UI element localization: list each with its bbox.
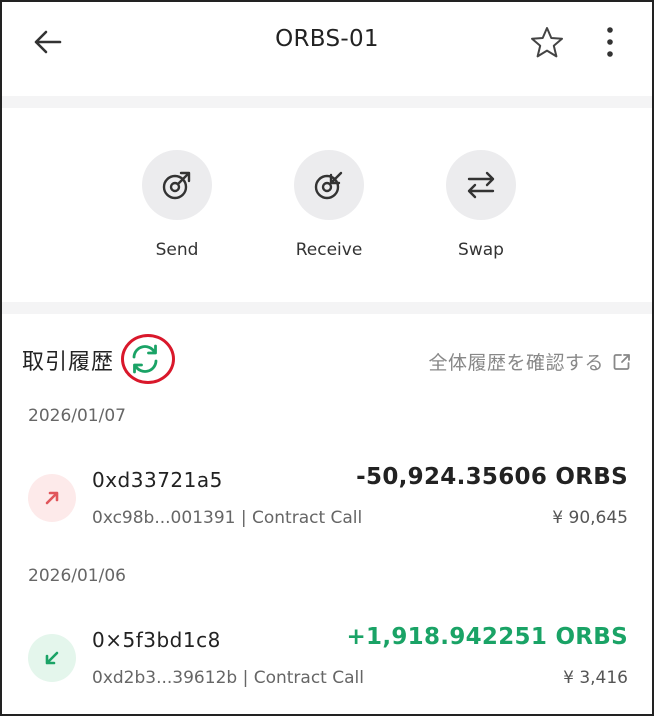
more-menu-button[interactable] — [598, 24, 622, 62]
section-divider — [2, 302, 652, 314]
history-title: 取引履歴 — [22, 350, 115, 375]
action-bar: Send Receive Swap — [2, 112, 652, 300]
header: ORBS-01 — [2, 2, 652, 88]
send-icon — [162, 171, 191, 200]
transaction-detail: 0xd2b3...39612b | Contract Call — [92, 668, 364, 688]
send-button[interactable]: Send — [122, 150, 232, 260]
external-link-icon — [613, 353, 630, 370]
receive-button[interactable]: Receive — [274, 150, 384, 260]
view-all-history-link[interactable]: 全体履歴を確認する — [428, 348, 632, 375]
transaction-row[interactable]: 0×5f3bd1c8 0xd2b3...39612b | Contract Ca… — [2, 618, 652, 708]
receive-icon — [314, 171, 343, 200]
arrow-up-right-icon — [45, 491, 59, 505]
transaction-fiat: ¥ 90,645 — [552, 508, 628, 528]
history-header: 取引履歴 全体履歴を確認する — [2, 320, 652, 400]
highlight-ring — [121, 334, 175, 384]
transaction-amount: +1,918.942251 ORBS — [346, 624, 628, 650]
transaction-name: 0×5f3bd1c8 — [92, 628, 221, 652]
receive-icon-wrap — [294, 150, 364, 220]
swap-icon-wrap — [446, 150, 516, 220]
incoming-icon-wrap — [28, 634, 76, 682]
transaction-fiat: ¥ 3,416 — [563, 668, 628, 688]
more-vertical-icon — [607, 27, 613, 57]
send-icon-wrap — [142, 150, 212, 220]
view-all-label: 全体履歴を確認する — [428, 352, 604, 374]
swap-icon — [467, 171, 495, 199]
favorite-button[interactable] — [528, 24, 566, 62]
section-divider — [2, 96, 652, 108]
transaction-row[interactable]: 0xd33721a5 0xc98b...001391 | Contract Ca… — [2, 458, 652, 548]
outgoing-icon-wrap — [28, 474, 76, 522]
app-frame: ORBS-01 Send Receive Swap 取引履歴 全体履歴を確認する… — [0, 0, 654, 716]
date-heading: 2026/01/06 — [28, 566, 126, 586]
arrow-down-left-icon — [45, 651, 59, 665]
date-heading: 2026/01/07 — [28, 406, 126, 426]
star-outline-icon — [531, 27, 563, 58]
swap-label: Swap — [458, 240, 504, 260]
swap-button[interactable]: Swap — [426, 150, 536, 260]
transaction-detail: 0xc98b...001391 | Contract Call — [92, 508, 363, 528]
receive-label: Receive — [295, 240, 363, 260]
send-label: Send — [155, 240, 199, 260]
transaction-amount: -50,924.35606 ORBS — [356, 464, 628, 490]
transaction-name: 0xd33721a5 — [92, 468, 223, 492]
